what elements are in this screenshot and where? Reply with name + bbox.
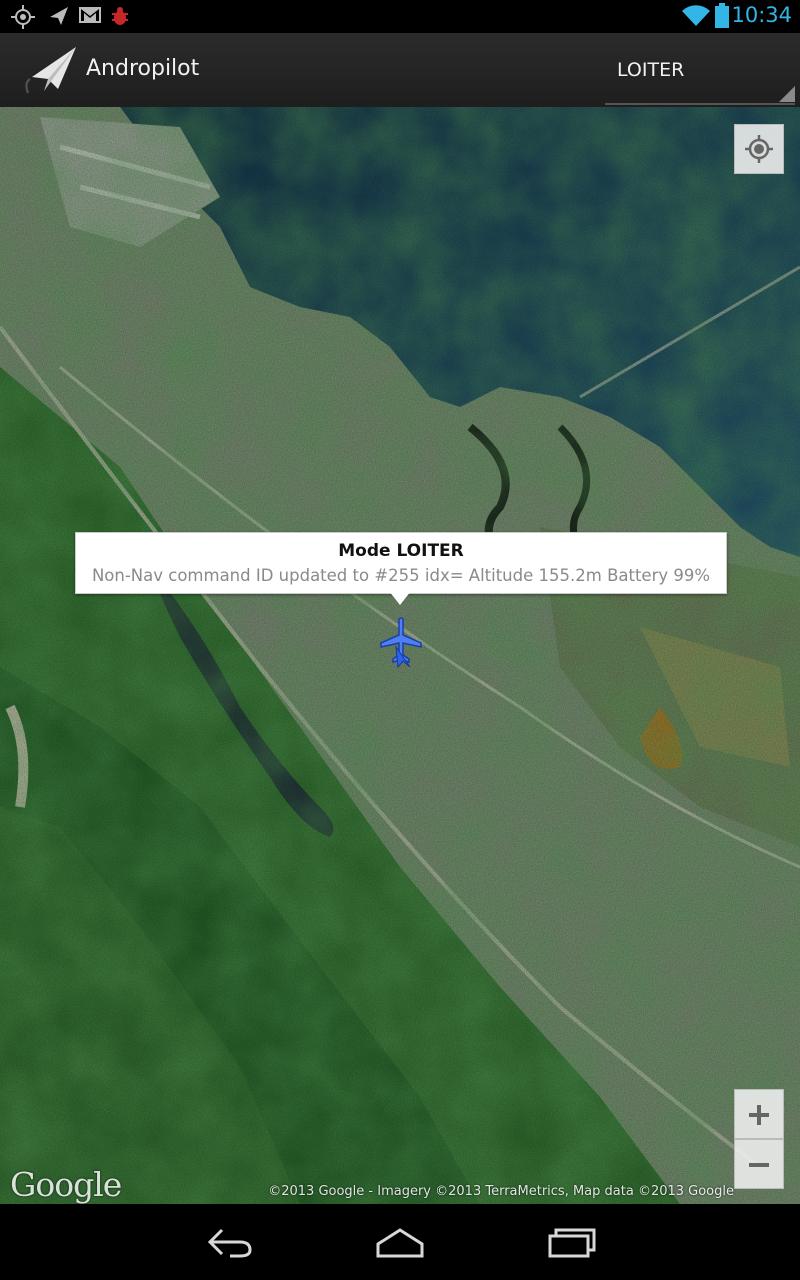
airplane-icon[interactable] [378,617,424,673]
my-location-button[interactable] [734,124,784,174]
info-window-pointer [389,591,411,605]
spinner-arrow-icon [779,86,795,102]
wifi-icon [682,5,710,27]
battery-icon [715,3,729,28]
zoom-out-button[interactable] [734,1139,784,1189]
zoom-out-icon [749,1163,769,1167]
info-window-title: Mode LOITER [338,541,464,561]
home-icon[interactable] [370,1222,430,1262]
send-icon [50,7,68,25]
status-time: 10:34 [731,3,792,27]
app-title: Andropilot [86,56,200,81]
mode-spinner[interactable]: LOITER [605,33,795,105]
my-location-icon [745,135,773,163]
app-logo-icon[interactable] [20,39,82,101]
back-icon[interactable] [200,1222,260,1262]
zoom-in-button[interactable] [734,1089,784,1139]
satellite-map[interactable]: Mode LOITER Non-Nav command ID updated t… [0,107,800,1204]
status-bar: 10:34 [0,0,800,33]
navigation-bar [0,1204,800,1280]
gmail-icon [79,7,101,23]
map-copyright: ©2013 Google - Imagery ©2013 TerraMetric… [268,1184,734,1199]
debug-icon [112,7,128,25]
zoom-in-icon [749,1105,769,1125]
gps-icon [11,5,35,29]
action-bar: Andropilot LOITER [0,33,800,109]
mode-spinner-label: LOITER [617,59,685,81]
info-window-snippet: Non-Nav command ID updated to #255 idx= … [91,566,711,585]
recent-apps-icon[interactable] [542,1222,602,1262]
info-window[interactable]: Mode LOITER Non-Nav command ID updated t… [75,532,727,605]
google-logo: Google [10,1165,122,1204]
